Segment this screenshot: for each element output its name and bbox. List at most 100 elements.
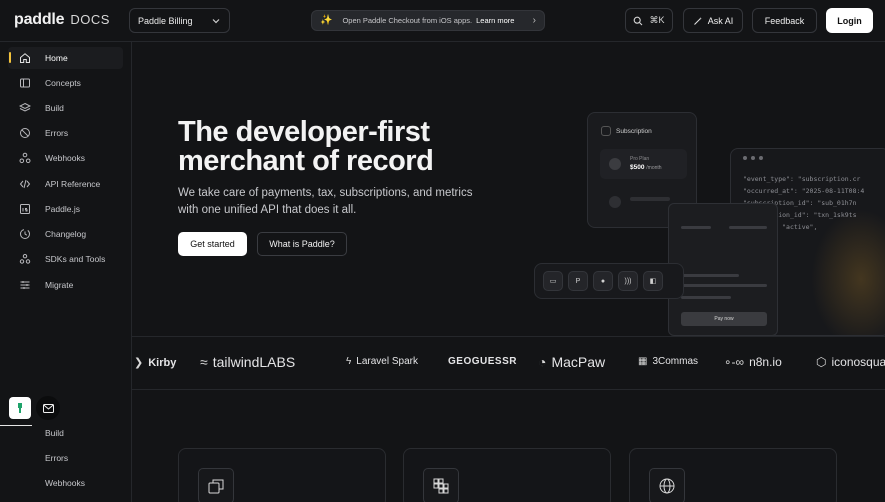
sidebar-item-errors[interactable]: Errors [8,122,123,144]
hero-title-line1: The developer-first [178,116,430,148]
sidebar-item-label: Changelog [45,229,87,239]
plan-name: Pro Plan [630,156,650,162]
logo-text: n8n.io [749,355,782,369]
feedback-widget-button[interactable] [9,397,31,419]
checkout-line [681,226,711,229]
sidebar-item-label: Concepts [45,78,81,88]
sidebar-item-label: Build [45,103,64,113]
plan-row: Pro Plan $500 /month [600,149,687,179]
feedback-button[interactable]: Feedback [752,8,817,33]
feature-card-checkout[interactable] [178,448,386,502]
contactless-icon: ))) [618,271,638,291]
sparkle-icon: ✨ [320,15,333,26]
announcement-banner[interactable]: ✨ Open Paddle Checkout from iOS apps. Le… [311,10,545,31]
mail-icon [42,403,54,413]
sidebar-item-paddlejs[interactable]: Paddle.js [8,198,123,220]
code-icon [19,179,31,189]
sidebar-item-api-reference[interactable]: API Reference [8,173,123,195]
hero-illustration: "event_type": "subscription.cr "occurred… [530,110,885,336]
hero-title-line2: merchant of record [178,145,434,177]
sidebar-item-build[interactable]: Build [8,97,123,119]
get-started-button[interactable]: Get started [178,232,247,256]
macpaw-mark-icon: ◔ [538,354,547,370]
logo-text: tailwindLABS [212,354,296,370]
paypal-icon: P [568,271,588,291]
sidebar-item-home[interactable]: Home [8,47,123,69]
plan-icon [609,158,621,170]
sidebar-item-label: Errors [45,128,69,138]
sidebar-subitem-errors[interactable]: Errors [45,453,68,463]
paddle-feedback-icon [18,403,22,413]
paddle-logo[interactable]: paddle DOCS [14,11,110,29]
customer-logos: ❯ Kirby ≈ tailwindLABS ϟ Laravel Spark G… [132,336,885,390]
code-line: "event_type": "subscription.cr [743,175,861,183]
checkout-line [681,296,731,299]
n8n-mark-icon: ∘-∞ [724,355,745,369]
sidebar-subitem-webhooks[interactable]: Webhooks [45,478,85,488]
logo-text: MacPaw [551,354,606,370]
subscription-icon [601,126,611,136]
apple-icon: ● [593,271,613,291]
logo-iconosquare: ⬡ iconosquare [816,355,885,369]
announcement-text: Open Paddle Checkout from iOS apps. [342,16,473,25]
plan-placeholder-bar [630,197,670,201]
webhook-icon [19,152,31,164]
sidebar-item-label: Paddle.js [45,204,80,214]
iconosquare-mark-icon: ⬡ [816,355,827,369]
history-icon [20,229,30,239]
ask-ai-label: Ask AI [707,15,734,26]
payment-methods-row: ▭ P ● ))) ◧ [534,263,684,299]
home-icon [20,53,30,63]
toolbox-icon [19,254,31,264]
widget-divider [0,425,32,426]
feature-card-globe[interactable] [629,448,837,502]
logo-text: Kirby [148,356,177,369]
migrate-icon [20,281,30,289]
top-header: paddle DOCS Paddle Billing ✨ Open Paddle… [0,0,885,42]
plan-icon [609,196,621,208]
logo-n8n: ∘-∞ n8n.io [724,355,782,369]
spark-mark-icon: ϟ [346,356,352,367]
ask-ai-button[interactable]: Ask AI [683,8,743,33]
sidebar-item-changelog[interactable]: Changelog [8,223,123,245]
grid-blocks-icon [423,468,459,502]
sidebar-item-label: Home [45,53,68,63]
plan-period: /month [646,165,662,171]
search-button[interactable]: ⌘K [625,8,673,33]
search-icon [634,16,643,25]
sidebar-item-sdks-and-tools[interactable]: SDKs and Tools [8,248,123,270]
search-shortcut: ⌘K [649,15,665,25]
subscription-title: Subscription [616,128,652,135]
hero-subtitle: We take care of payments, tax, subscript… [178,187,473,216]
code-line: "occurred_at": "2025-08-11T08:4 [743,187,865,195]
login-button[interactable]: Login [826,8,873,33]
product-selector-value: Paddle Billing [138,15,193,26]
product-selector[interactable]: Paddle Billing [129,8,230,33]
chevron-right-icon: › [532,15,536,26]
book-icon [20,78,30,88]
checkout-line [681,274,739,277]
what-is-paddle-button[interactable]: What is Paddle? [257,232,347,256]
sidebar-item-webhooks[interactable]: Webhooks [8,147,123,169]
wallet-icon: ◧ [643,271,663,291]
sidebar: Home Concepts Build Errors Webhooks API … [0,42,132,502]
checkout-card: Pay now [668,203,778,336]
plan-price-row: $500 /month [630,164,662,171]
logo-wordmark: paddle [14,11,65,28]
logo-tailwind: ≈ tailwindLABS [200,354,295,370]
announcement-link[interactable]: Learn more [476,16,514,25]
pay-now-button: Pay now [681,312,767,326]
feature-card-grid[interactable] [403,448,611,502]
globe-icon [649,468,685,502]
ban-icon [20,128,30,138]
plan-price: $500 [630,164,645,171]
js-icon [20,204,30,214]
sidebar-item-migrate[interactable]: Migrate [8,274,123,296]
sidebar-item-concepts[interactable]: Concepts [8,72,123,94]
logo-kirby: ❯ Kirby [134,356,177,370]
logo-docs-label: DOCS [70,12,110,27]
sidebar-subitem-build[interactable]: Build [45,428,64,438]
logo-geoguessr: GEOGUESSR [448,356,517,367]
card-icon: ▭ [543,271,563,291]
mail-widget-button[interactable] [36,396,60,420]
